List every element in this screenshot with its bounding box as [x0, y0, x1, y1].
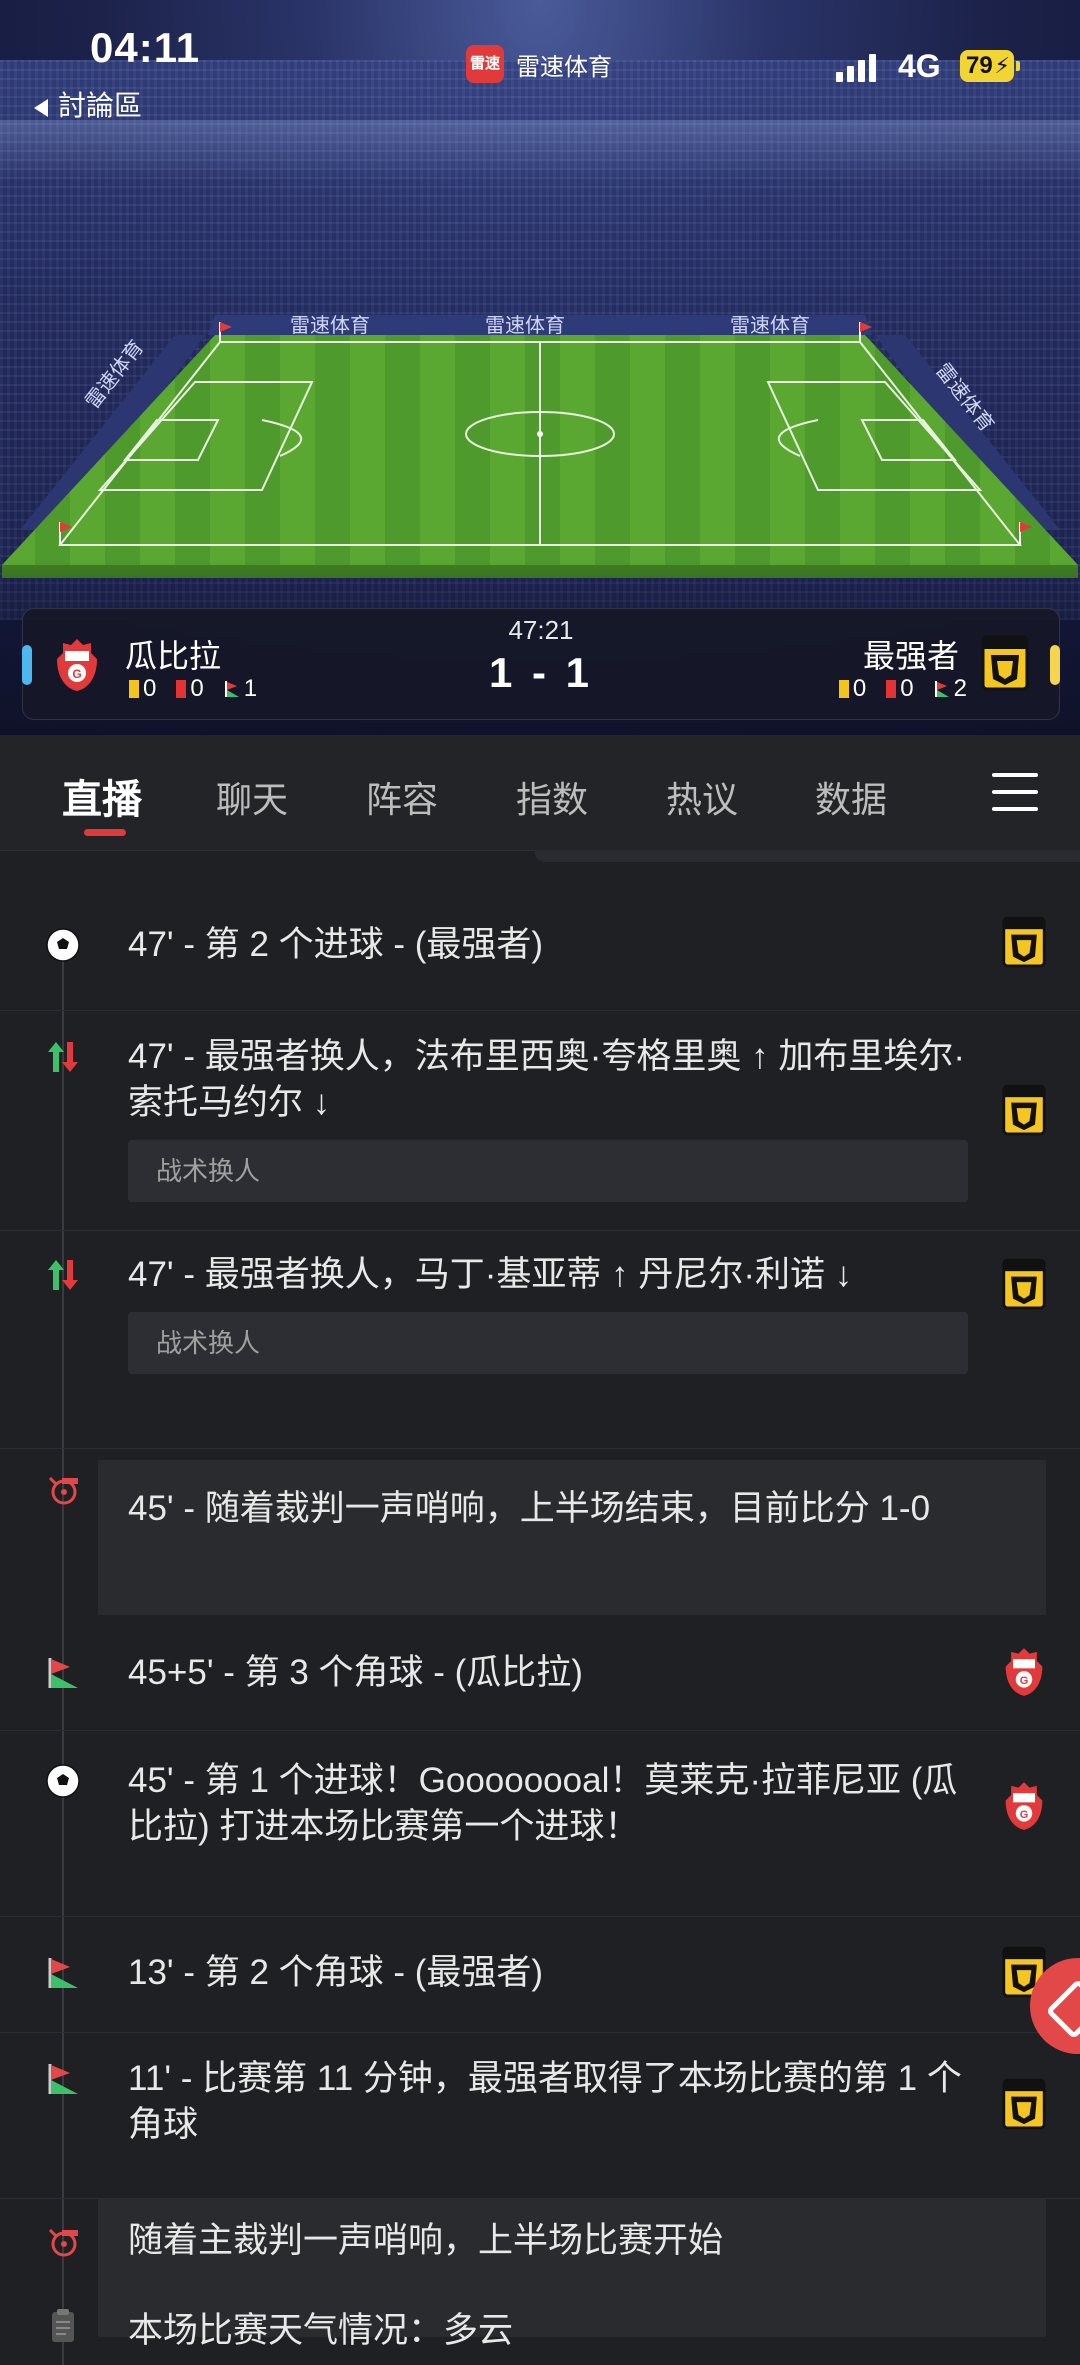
tab-lineup[interactable]: 阵容	[366, 771, 438, 823]
yellow-card-icon	[838, 680, 849, 698]
football-pitch: 雷速体育 雷速体育 雷速体育 雷速体育 雷速体育	[2, 314, 1078, 578]
app-brand: 雷速 雷速体育	[466, 44, 612, 84]
field-banner-text: 雷速体育	[290, 314, 370, 337]
event-text: 随着主裁判一声哨响，上半场比赛开始	[128, 2221, 724, 2260]
battery-icon: 79 ⚡	[960, 50, 1020, 82]
away-team-stats: 0 0 2	[838, 675, 967, 703]
field-banner-text: 雷速体育	[730, 314, 810, 337]
whistle-icon	[48, 1476, 78, 1505]
event-note: 战术换人	[128, 1140, 968, 1202]
event-item[interactable]: 47' - 最强者换人，法布里西奥·夸格里奥 ↑ 加布里埃尔·索托马约尔 ↓ 战…	[0, 1010, 1080, 1231]
event-item[interactable]: 47' - 第 2 个进球 - (最强者)	[0, 870, 1080, 1011]
away-corner-count: 2	[953, 675, 967, 702]
event-item[interactable]: 47' - 最强者换人，马丁·基亚蒂 ↑ 丹尼尔·利诺 ↓ 战术换人	[0, 1230, 1080, 1449]
field-banner-text: 雷速体育	[485, 314, 565, 337]
match-tabs: 直播 聊天 阵容 指数 热议 数据	[0, 735, 1080, 851]
svg-text:G: G	[1020, 1675, 1029, 1687]
event-text: 47' - 最强者换人，马丁·基亚蒂 ↑ 丹尼尔·利诺 ↓	[128, 1255, 853, 1294]
edit-icon	[1045, 1978, 1080, 2040]
event-text: 45+5' - 第 3 个角球 - (瓜比拉)	[128, 1653, 583, 1692]
football-icon	[46, 1764, 80, 1798]
tab-data[interactable]: 数据	[815, 771, 887, 823]
football-icon	[46, 928, 80, 962]
event-item[interactable]: 45' - 随着裁判一声哨响，上半场结束，目前比分 1-0	[98, 1460, 1046, 1615]
tab-odds[interactable]: 指数	[516, 771, 588, 823]
event-item[interactable]: 随着主裁判一声哨响，上半场比赛开始	[98, 2198, 1046, 2285]
home-team-badge-icon: G	[1005, 1648, 1043, 1696]
substitution-icon	[48, 1042, 78, 1072]
event-text: 13' - 第 2 个角球 - (最强者)	[128, 1953, 544, 1992]
app-name: 雷速体育	[516, 53, 612, 81]
svg-text:G: G	[1020, 1809, 1029, 1821]
menu-icon[interactable]	[992, 773, 1038, 811]
event-text: 45' - 随着裁判一声哨响，上半场结束，目前比分 1-0	[128, 1489, 931, 1528]
active-tab-indicator	[84, 829, 126, 836]
event-item[interactable]: 45+5' - 第 3 个角球 - (瓜比拉) G	[0, 1614, 1080, 1731]
corner-flag-icon	[48, 1958, 78, 1988]
charging-icon: ⚡	[994, 53, 1010, 78]
substitution-icon	[48, 1260, 78, 1290]
event-text: 本场比赛天气情况：多云	[128, 2311, 514, 2350]
away-team-badge-icon	[1002, 916, 1046, 968]
back-button[interactable]: 討論區	[34, 84, 142, 124]
corner-flag-icon	[934, 681, 949, 697]
red-card-icon	[886, 680, 897, 698]
home-team-badge-icon: G	[1005, 1782, 1043, 1830]
live-event-feed: 47' - 第 2 个进球 - (最强者) 47' - 最强者换人，法布里西奥·…	[0, 870, 1080, 2365]
event-item[interactable]: 45' - 第 1 个进球！Goooooooal！莫莱克·拉菲尼亚 (瓜比拉) …	[0, 1730, 1080, 1917]
away-team-crest-icon[interactable]	[981, 635, 1029, 691]
away-yellow-count: 0	[852, 675, 867, 702]
event-text: 11' - 比赛第 11 分钟，最强者取得了本场比赛的第 1 个角球	[128, 2059, 962, 2144]
status-bar: 04:11 討論區 雷速 雷速体育 4G 79 ⚡	[0, 0, 1080, 130]
tab-sub-strip	[535, 850, 1080, 862]
whistle-icon	[48, 2228, 78, 2257]
network-type: 4G	[898, 48, 941, 84]
signal-icon	[836, 50, 880, 82]
app-logo: 雷速	[466, 45, 504, 83]
event-item[interactable]: 11' - 比赛第 11 分钟，最强者取得了本场比赛的第 1 个角球	[0, 2032, 1080, 2199]
status-time: 04:11	[90, 24, 201, 71]
away-team-badge-icon	[1002, 1084, 1046, 1136]
stadium-hero: 雷速体育 雷速体育 雷速体育 雷速体育 雷速体育 04:11 討論區 雷速 雷速…	[0, 0, 1080, 735]
tab-discussion[interactable]: 热议	[666, 771, 738, 823]
away-red-count: 0	[900, 675, 914, 702]
tab-live[interactable]: 直播	[62, 767, 142, 825]
event-item[interactable]: 本场比赛天气情况：多云	[98, 2284, 1046, 2350]
corner-flag-icon	[48, 1658, 78, 1688]
away-team-name[interactable]: 最强者	[863, 631, 959, 677]
back-arrow-icon	[34, 98, 48, 117]
away-team-badge-icon	[1002, 1258, 1046, 1310]
event-text: 47' - 第 2 个进球 - (最强者)	[128, 925, 544, 964]
event-text: 47' - 最强者换人，法布里西奥·夸格里奥 ↑ 加布里埃尔·索托马约尔 ↓	[128, 1037, 965, 1122]
clipboard-icon	[52, 2309, 74, 2342]
back-label: 討論區	[58, 90, 143, 121]
scoreboard: G 瓜比拉 0 0 1 47:21 1 - 1 最强者 0 0 2	[22, 608, 1060, 720]
tab-chat[interactable]: 聊天	[216, 771, 288, 823]
event-item[interactable]: 13' - 第 2 个角球 - (最强者)	[0, 1916, 1080, 2033]
corner-flag-icon	[48, 2064, 78, 2094]
away-team-badge-icon	[1002, 2078, 1046, 2130]
event-note: 战术换人	[128, 1312, 968, 1374]
event-text: 45' - 第 1 个进球！Goooooooal！莫莱克·拉菲尼亚 (瓜比拉) …	[128, 1761, 958, 1846]
battery-level: 79	[966, 52, 993, 79]
